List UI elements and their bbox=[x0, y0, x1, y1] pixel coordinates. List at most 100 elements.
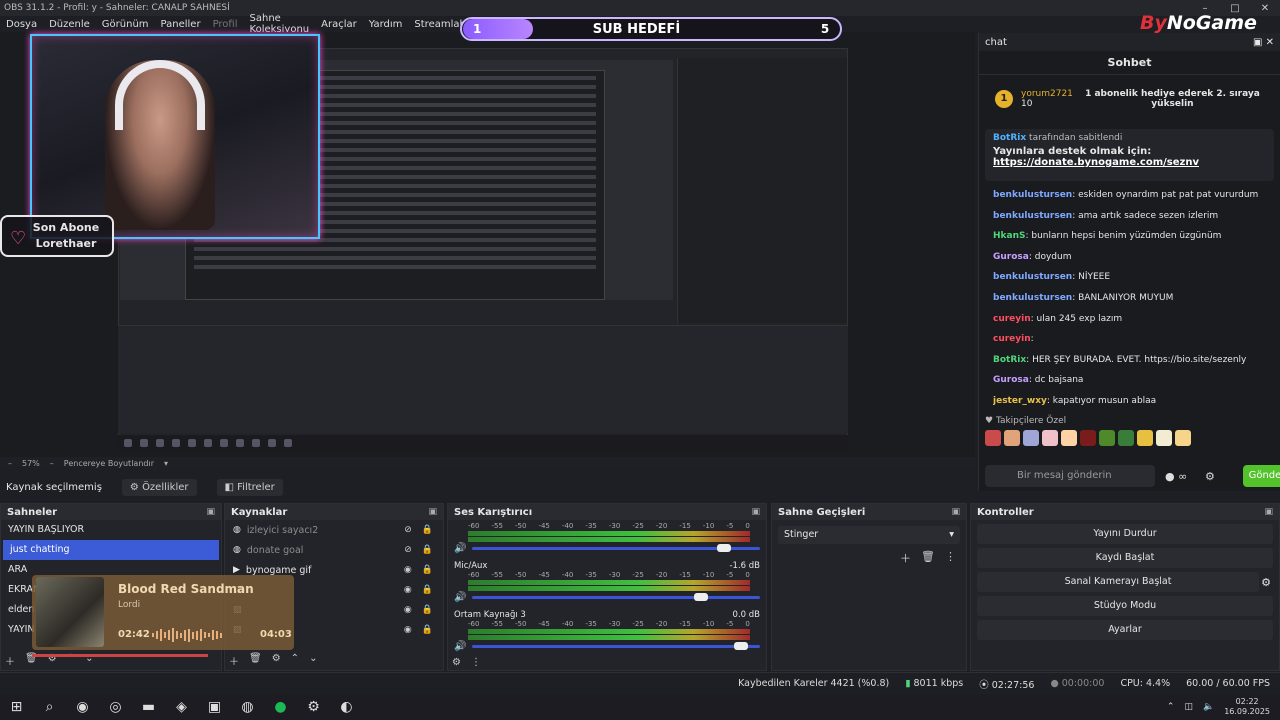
discord-icon[interactable]: ◎ bbox=[99, 699, 132, 715]
dropped-frames: Kaybedilen Kareler 4421 (%0.8) bbox=[738, 678, 890, 689]
more-icon[interactable]: ⋮ bbox=[471, 657, 481, 668]
chevron-up-icon[interactable]: ⌃ bbox=[1167, 702, 1175, 712]
lock-icon[interactable]: 🔒 bbox=[422, 525, 433, 535]
add-icon[interactable]: ＋ bbox=[900, 550, 911, 566]
properties-button[interactable]: ⚙ Özellikler bbox=[121, 478, 197, 496]
speaker-icon[interactable]: 🔊 bbox=[454, 592, 466, 603]
scene-item[interactable]: just chatting bbox=[3, 540, 219, 560]
zoom-minus-icon[interactable]: – bbox=[8, 459, 12, 468]
source-item[interactable]: ◍ izleyici sayacı2 ⊘ 🔒 bbox=[225, 520, 443, 540]
emote-icon[interactable] bbox=[1004, 429, 1020, 446]
volume-knob[interactable] bbox=[734, 641, 749, 650]
lock-icon[interactable]: 🔒 bbox=[422, 545, 433, 555]
windows-start-icon[interactable]: ⊞ bbox=[0, 699, 33, 715]
volume-icon[interactable]: 🔈 bbox=[1203, 702, 1214, 712]
dock-icon[interactable]: ▣ bbox=[206, 507, 215, 517]
dock-undock-icon[interactable]: ▣ ✕ bbox=[1253, 37, 1274, 48]
start-virtual-camera-button[interactable]: Sanal Kamerayı Başlat bbox=[977, 572, 1260, 592]
emote-icon[interactable] bbox=[1080, 429, 1096, 446]
send-button[interactable]: Gönder bbox=[1243, 465, 1280, 487]
menu-paneller[interactable]: Paneller bbox=[161, 19, 201, 30]
source-name: donate goal bbox=[246, 544, 304, 556]
eye-icon[interactable]: ◉ bbox=[404, 585, 412, 595]
menu-yardim[interactable]: Yardım bbox=[369, 19, 403, 30]
lock-icon[interactable]: 🔒 bbox=[422, 625, 433, 635]
level-meter bbox=[468, 629, 750, 634]
emote-icon[interactable] bbox=[1175, 429, 1191, 446]
trash-icon[interactable]: 🗑 bbox=[249, 653, 262, 668]
settings-icon[interactable]: ⚙ bbox=[297, 699, 330, 715]
gear-icon[interactable]: ⚙ bbox=[1261, 576, 1271, 589]
transition-select[interactable]: Stinger ▾ bbox=[778, 526, 960, 544]
menu-duzenle[interactable]: Düzenle bbox=[49, 19, 90, 30]
studio-mode-button[interactable]: Stüdyo Modu bbox=[977, 596, 1273, 616]
folder-icon[interactable]: ▬ bbox=[132, 699, 165, 715]
add-icon[interactable]: ＋ bbox=[229, 653, 239, 668]
lock-icon[interactable]: 🔒 bbox=[422, 605, 433, 615]
gear-icon[interactable]: ⚙ bbox=[272, 653, 281, 668]
filters-button[interactable]: ◧ Filtreler bbox=[216, 478, 283, 496]
pinned-link[interactable]: https://donate.bynogame.com/seznv bbox=[993, 157, 1199, 168]
volume-knob[interactable] bbox=[717, 543, 732, 552]
infinity-icon[interactable]: ● ∞ bbox=[1165, 470, 1187, 483]
menu-profil[interactable]: Profil bbox=[213, 19, 238, 30]
eye-icon[interactable]: ◉ bbox=[404, 565, 412, 575]
search-icon[interactable]: ⌕ bbox=[33, 699, 66, 715]
dock-icon[interactable]: ▣ bbox=[428, 507, 437, 517]
gear-icon[interactable]: ⚙ bbox=[452, 657, 461, 668]
network-icon[interactable]: ◫ bbox=[1184, 702, 1193, 712]
eye-icon[interactable]: ⊘ bbox=[404, 525, 412, 535]
steam-icon[interactable]: ◐ bbox=[330, 699, 363, 715]
trash-icon[interactable]: 🗑 bbox=[921, 550, 935, 566]
menu-gorunum[interactable]: Görünüm bbox=[102, 19, 149, 30]
menu-araclar[interactable]: Araçlar bbox=[321, 19, 357, 30]
volume-slider[interactable] bbox=[472, 592, 760, 601]
emote-icon[interactable] bbox=[985, 429, 1001, 446]
speaker-icon[interactable]: 🔊 bbox=[454, 543, 466, 554]
emote-icon[interactable] bbox=[1099, 429, 1115, 446]
zoom-plus-icon[interactable]: – bbox=[50, 459, 54, 468]
meter-tick: -20 bbox=[655, 522, 668, 530]
gear-icon[interactable]: ⚙ bbox=[1205, 470, 1215, 483]
emote-icon[interactable] bbox=[1137, 429, 1153, 446]
menu-dosya[interactable]: Dosya bbox=[6, 19, 37, 30]
fit-window-select[interactable]: Pencereye Boyutlandır bbox=[64, 459, 154, 468]
coin-icon: 1 bbox=[995, 90, 1013, 108]
dock-icon[interactable]: ▣ bbox=[751, 507, 760, 517]
volume-slider[interactable] bbox=[472, 641, 760, 650]
volume-slider[interactable] bbox=[472, 543, 760, 552]
meter-tick: -40 bbox=[561, 620, 574, 628]
start-recording-button[interactable]: Kaydı Başlat bbox=[977, 548, 1273, 568]
stop-stream-button[interactable]: Yayını Durdur bbox=[977, 524, 1273, 544]
eye-icon[interactable]: ⊘ bbox=[404, 545, 412, 555]
lock-icon[interactable]: 🔒 bbox=[422, 565, 433, 575]
app-icon[interactable]: ◈ bbox=[165, 699, 198, 715]
emote-icon[interactable] bbox=[1042, 429, 1058, 446]
more-icon[interactable]: ⋮ bbox=[945, 550, 956, 566]
dock-icon[interactable]: ▣ bbox=[951, 507, 960, 517]
emote-icon[interactable] bbox=[1023, 429, 1039, 446]
speaker-icon[interactable]: 🔊 bbox=[454, 641, 466, 652]
obs-icon[interactable]: ◍ bbox=[231, 699, 264, 715]
lock-icon[interactable]: 🔒 bbox=[422, 585, 433, 595]
system-tray: ⌃ ◫ 🔈 02:22 16.09.2025 bbox=[1167, 697, 1280, 717]
app-icon[interactable]: ▣ bbox=[198, 699, 231, 715]
settings-button[interactable]: Ayarlar bbox=[977, 620, 1273, 640]
up-icon[interactable]: ⌃ bbox=[291, 653, 299, 668]
scene-item[interactable]: YAYIN BAŞLIYOR bbox=[1, 520, 221, 540]
chat-input[interactable]: Bir mesaj gönderin bbox=[985, 465, 1155, 487]
add-icon[interactable]: ＋ bbox=[5, 653, 15, 668]
clock[interactable]: 02:22 16.09.2025 bbox=[1224, 697, 1270, 717]
chrome-icon[interactable]: ◉ bbox=[66, 699, 99, 715]
volume-knob[interactable] bbox=[694, 592, 709, 601]
chevron-down-icon[interactable]: ▾ bbox=[164, 459, 168, 468]
dock-icon[interactable]: ▣ bbox=[1264, 507, 1273, 517]
emote-icon[interactable] bbox=[1156, 429, 1172, 446]
emote-icon[interactable] bbox=[1061, 429, 1077, 446]
eye-icon[interactable]: ◉ bbox=[404, 605, 412, 615]
spotify-icon[interactable]: ● bbox=[264, 699, 297, 715]
eye-icon[interactable]: ◉ bbox=[404, 625, 412, 635]
down-icon[interactable]: ⌄ bbox=[309, 653, 317, 668]
source-item[interactable]: ◍ donate goal ⊘ 🔒 bbox=[225, 540, 443, 560]
emote-icon[interactable] bbox=[1118, 429, 1134, 446]
